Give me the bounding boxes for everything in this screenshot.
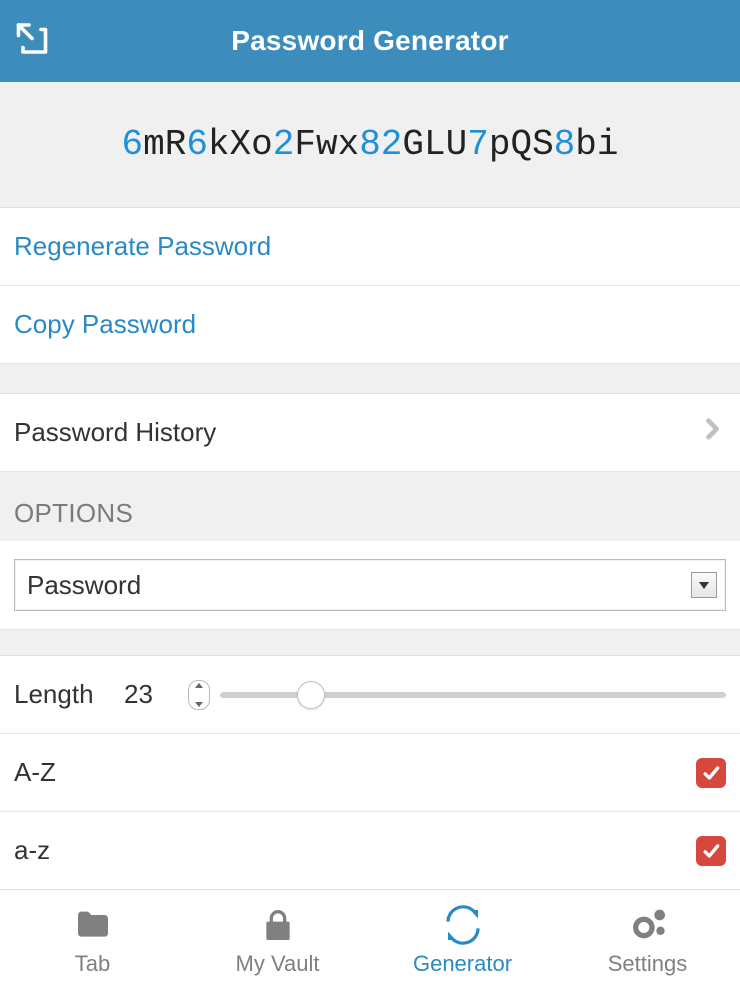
content-scroll: 6mR6kXo2Fwx82GLU7pQS8bi Regenerate Passw…	[0, 82, 740, 889]
tab-generator-label: Generator	[413, 951, 512, 977]
slider-track	[220, 692, 726, 698]
length-value: 23	[124, 679, 188, 710]
tab-tab-label: Tab	[75, 951, 110, 977]
tab-bar: Tab My Vault Generator Settings	[0, 889, 740, 991]
lowercase-checkbox[interactable]	[696, 836, 726, 866]
generated-password-panel: 6mR6kXo2Fwx82GLU7pQS8bi	[0, 82, 740, 208]
length-row: Length 23	[0, 656, 740, 734]
password-history-label: Password History	[14, 417, 216, 448]
gears-icon	[628, 905, 668, 945]
popout-icon[interactable]	[14, 21, 50, 62]
action-list: Regenerate Password Copy Password	[0, 208, 740, 364]
length-stepper[interactable]	[188, 680, 210, 710]
uppercase-checkbox[interactable]	[696, 758, 726, 788]
regenerate-password-button[interactable]: Regenerate Password	[0, 208, 740, 286]
tab-tab[interactable]: Tab	[0, 890, 185, 991]
regenerate-password-label: Regenerate Password	[14, 231, 271, 262]
folder-icon	[73, 905, 113, 945]
lock-icon	[258, 905, 298, 945]
app-header: Password Generator	[0, 0, 740, 82]
refresh-icon	[443, 905, 483, 945]
lowercase-row: a-z	[0, 812, 740, 889]
password-type-select[interactable]: Password	[14, 559, 726, 611]
chevron-right-icon	[698, 415, 726, 450]
length-slider[interactable]	[220, 680, 726, 710]
history-list: Password History	[0, 394, 740, 472]
password-history-button[interactable]: Password History	[0, 394, 740, 472]
uppercase-row: A-Z	[0, 734, 740, 812]
tab-settings-label: Settings	[608, 951, 688, 977]
section-gap	[0, 630, 740, 656]
copy-password-label: Copy Password	[14, 309, 196, 340]
generated-password: 6mR6kXo2Fwx82GLU7pQS8bi	[121, 124, 618, 165]
length-label: Length	[14, 679, 124, 710]
tab-my-vault-label: My Vault	[236, 951, 320, 977]
type-select-row: Password	[0, 541, 740, 630]
uppercase-label: A-Z	[14, 757, 696, 788]
dropdown-icon	[691, 572, 717, 598]
section-gap	[0, 364, 740, 394]
copy-password-button[interactable]: Copy Password	[0, 286, 740, 364]
chevron-down-icon	[195, 702, 203, 707]
tab-settings[interactable]: Settings	[555, 890, 740, 991]
page-title: Password Generator	[0, 25, 740, 57]
tab-my-vault[interactable]: My Vault	[185, 890, 370, 991]
password-type-value: Password	[15, 570, 691, 601]
slider-thumb[interactable]	[297, 681, 325, 709]
lowercase-label: a-z	[14, 835, 696, 866]
tab-generator[interactable]: Generator	[370, 890, 555, 991]
options-section-header: OPTIONS	[0, 472, 740, 541]
chevron-up-icon	[195, 683, 203, 688]
